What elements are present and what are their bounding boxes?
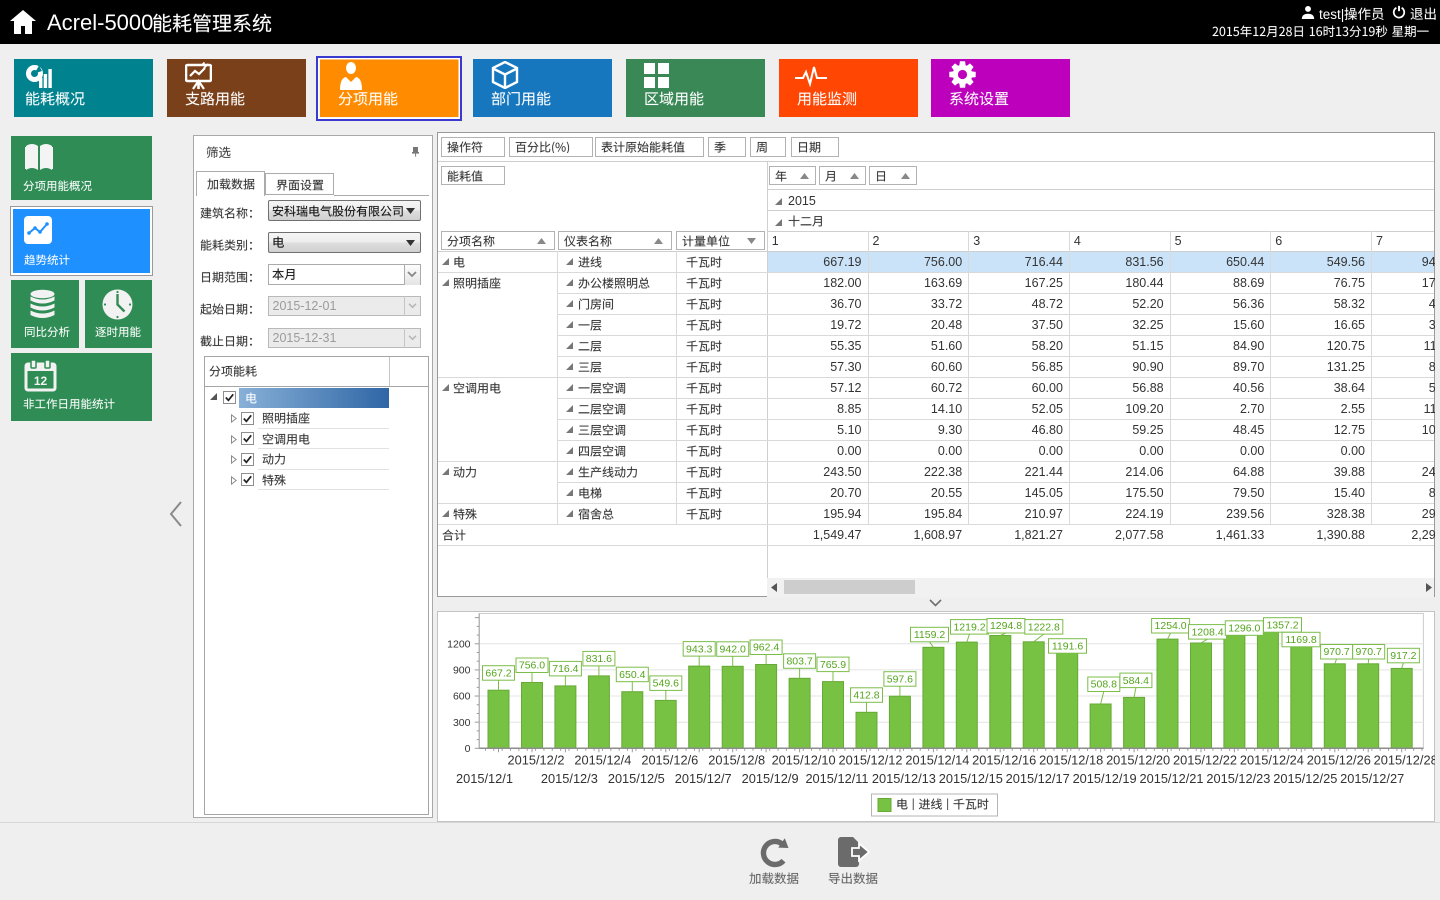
- svg-text:2015/12/26: 2015/12/26: [1306, 752, 1370, 767]
- svg-text:943.3: 943.3: [686, 643, 712, 655]
- svg-text:2015/12/20: 2015/12/20: [1106, 752, 1170, 767]
- svg-text:2015/12/18: 2015/12/18: [1039, 752, 1103, 767]
- svg-text:2015/12/11: 2015/12/11: [805, 771, 868, 786]
- svg-text:1169.8: 1169.8: [1285, 634, 1316, 646]
- svg-text:2015/12/25: 2015/12/25: [1273, 771, 1337, 786]
- svg-text:2015/12/4: 2015/12/4: [574, 752, 631, 767]
- svg-text:549.6: 549.6: [652, 677, 678, 689]
- svg-text:1159.2: 1159.2: [913, 629, 944, 641]
- svg-text:765.9: 765.9: [819, 658, 845, 670]
- svg-text:2015/12/10: 2015/12/10: [771, 752, 835, 767]
- svg-text:2015/12/16: 2015/12/16: [972, 752, 1036, 767]
- svg-text:2015/12/12: 2015/12/12: [838, 752, 902, 767]
- svg-text:2015/12/28: 2015/12/28: [1373, 752, 1434, 767]
- svg-text:942.0: 942.0: [719, 643, 745, 655]
- svg-text:2015/12/2: 2015/12/2: [507, 752, 564, 767]
- svg-text:2015/12/8: 2015/12/8: [708, 752, 765, 767]
- svg-text:2015/12/19: 2015/12/19: [1072, 771, 1136, 786]
- svg-text:716.4: 716.4: [552, 663, 578, 675]
- svg-text:1357.2: 1357.2: [1266, 619, 1298, 631]
- svg-text:1219.2: 1219.2: [953, 621, 985, 633]
- svg-text:412.8: 412.8: [853, 689, 879, 701]
- svg-text:0: 0: [464, 742, 470, 754]
- svg-text:2015/12/14: 2015/12/14: [905, 752, 969, 767]
- svg-text:508.8: 508.8: [1090, 678, 1116, 690]
- svg-text:803.7: 803.7: [786, 655, 812, 667]
- svg-text:1294.8: 1294.8: [989, 620, 1021, 632]
- svg-text:1296.0: 1296.0: [1228, 622, 1260, 634]
- svg-text:2015/12/5: 2015/12/5: [607, 771, 664, 786]
- svg-text:667.2: 667.2: [485, 667, 511, 679]
- svg-text:2015/12/1: 2015/12/1: [456, 771, 513, 786]
- svg-text:2015/12/22: 2015/12/22: [1172, 752, 1236, 767]
- svg-text:597.6: 597.6: [886, 673, 912, 685]
- svg-text:831.6: 831.6: [585, 653, 611, 665]
- svg-text:900: 900: [452, 664, 470, 676]
- svg-text:2015/12/7: 2015/12/7: [674, 771, 731, 786]
- svg-text:1222.8: 1222.8: [1027, 621, 1059, 633]
- svg-text:2015/12/21: 2015/12/21: [1139, 771, 1203, 786]
- svg-text:2015/12/13: 2015/12/13: [871, 771, 935, 786]
- svg-text:2015/12/15: 2015/12/15: [938, 771, 1002, 786]
- svg-text:300: 300: [452, 716, 470, 728]
- svg-text:756.0: 756.0: [518, 659, 544, 671]
- svg-text:2015/12/9: 2015/12/9: [741, 771, 798, 786]
- svg-text:2015/12/24: 2015/12/24: [1239, 752, 1303, 767]
- svg-text:600: 600: [452, 690, 470, 702]
- svg-text:584.4: 584.4: [1122, 674, 1148, 686]
- svg-text:650.4: 650.4: [619, 668, 645, 680]
- svg-text:2015/12/3: 2015/12/3: [540, 771, 597, 786]
- svg-text:2015/12/6: 2015/12/6: [641, 752, 698, 767]
- svg-text:2015/12/27: 2015/12/27: [1340, 771, 1404, 786]
- svg-text:2015/12/17: 2015/12/17: [1005, 771, 1069, 786]
- svg-text:1208.4: 1208.4: [1191, 626, 1223, 638]
- svg-text:2015/12/23: 2015/12/23: [1206, 771, 1270, 786]
- svg-text:12: 12: [34, 374, 48, 388]
- svg-text:1254.0: 1254.0: [1154, 620, 1186, 632]
- svg-text:970.7: 970.7: [1355, 646, 1381, 658]
- svg-text:917.2: 917.2: [1390, 650, 1416, 662]
- svg-text:1200: 1200: [447, 638, 471, 650]
- svg-text:962.4: 962.4: [752, 641, 778, 653]
- svg-text:970.7: 970.7: [1323, 646, 1349, 658]
- svg-text:1191.6: 1191.6: [1051, 640, 1082, 652]
